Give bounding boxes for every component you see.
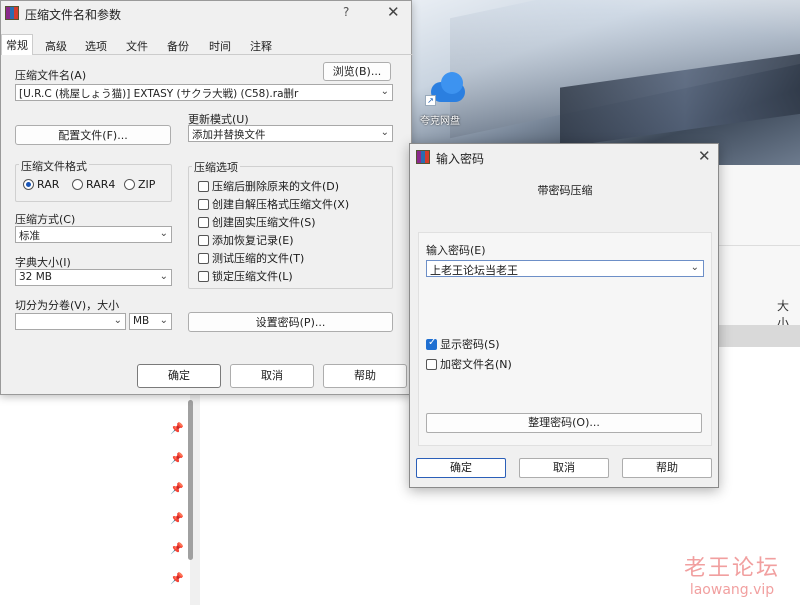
pin-icon[interactable]: 📌 <box>170 422 184 435</box>
archive-params-dialog: 压缩文件名和参数 ? ✕ 常规 高级 选项 文件 备份 时间 注释 压缩文件名(… <box>0 0 413 395</box>
password-dialog: 输入密码 ✕ 带密码压缩 输入密码(E) 上老王论坛当老王 ⌄ 显示密码(S) … <box>409 143 719 488</box>
chevron-down-icon[interactable]: ⌄ <box>114 315 122 326</box>
format-group-label: 压缩文件格式 <box>19 158 89 174</box>
radio-zip[interactable]: ZIP <box>124 178 155 191</box>
pin-icon[interactable]: 📌 <box>170 572 184 585</box>
pin-icon[interactable]: 📌 <box>170 512 184 525</box>
dialog-title: 输入密码 <box>436 152 485 166</box>
archive-name-value: [U.R.C (桃屋しょう猫)] EXTASY (サクラ大戦) (C58).ra… <box>19 88 299 100</box>
tab-time[interactable]: 时间 <box>205 36 235 55</box>
explorer-window-partial: 大小 <box>718 165 800 347</box>
help-button[interactable]: 帮助 <box>323 364 407 388</box>
pin-icon[interactable]: 📌 <box>170 482 184 495</box>
chevron-down-icon[interactable]: ⌄ <box>160 271 168 282</box>
pin-icon[interactable]: 📌 <box>170 452 184 465</box>
tab-backup[interactable]: 备份 <box>163 36 193 55</box>
update-mode-combo[interactable]: 添加并替换文件 ⌄ <box>188 125 393 142</box>
winrar-icon <box>5 6 19 20</box>
chevron-down-icon[interactable]: ⌄ <box>691 262 699 273</box>
method-combo[interactable]: 标准 ⌄ <box>15 226 172 243</box>
radio-dot <box>124 179 135 190</box>
split-unit-value: MB <box>133 315 150 327</box>
help-icon[interactable]: ? <box>343 5 349 19</box>
method-value: 标准 <box>19 230 40 242</box>
archive-name-label: 压缩文件名(A) <box>15 69 87 82</box>
title-bar: 压缩文件名和参数 ? ✕ <box>1 1 411 27</box>
browse-button[interactable]: 浏览(B)... <box>323 62 391 81</box>
explorer-selected-row[interactable] <box>719 325 800 347</box>
password-value: 上老王论坛当老王 <box>430 264 518 277</box>
options-group-label: 压缩选项 <box>192 159 240 175</box>
cancel-button[interactable]: 取消 <box>519 458 609 478</box>
tab-advanced[interactable]: 高级 <box>41 36 71 55</box>
organize-passwords-button[interactable]: 整理密码(O)... <box>426 413 702 433</box>
shortcut-arrow-icon: ↗ <box>425 95 436 106</box>
enter-password-label: 输入密码(E) <box>426 244 486 257</box>
watermark-en: laowang.vip <box>689 582 775 598</box>
checkbox-test[interactable]: 测试压缩的文件(T) <box>198 250 304 266</box>
password-subtitle: 带密码压缩 <box>537 184 593 197</box>
help-button[interactable]: 帮助 <box>622 458 712 478</box>
radio-dot <box>72 179 83 190</box>
chevron-down-icon[interactable]: ⌄ <box>160 228 168 239</box>
cloud-icon: ↗ <box>425 72 469 106</box>
tab-comment[interactable]: 注释 <box>246 36 276 55</box>
checkbox-encrypt-names[interactable]: 加密文件名(N) <box>426 356 512 372</box>
update-mode-value: 添加并替换文件 <box>192 129 266 141</box>
desktop-icon-label: 夸克网盘 <box>420 116 460 127</box>
tab-bar: 常规 高级 选项 文件 备份 时间 注释 <box>1 34 413 55</box>
pin-icon[interactable]: 📌 <box>170 542 184 555</box>
profiles-button[interactable]: 配置文件(F)... <box>15 125 171 145</box>
ok-button[interactable]: 确定 <box>416 458 506 478</box>
winrar-icon <box>416 150 430 164</box>
tab-general[interactable]: 常规 <box>1 34 33 55</box>
method-label: 压缩方式(C) <box>15 213 76 226</box>
tab-files[interactable]: 文件 <box>122 36 152 55</box>
split-size-combo[interactable]: ⌄ <box>15 313 126 330</box>
dict-combo[interactable]: 32 MB ⌄ <box>15 269 172 286</box>
checkbox-show-password[interactable]: 显示密码(S) <box>426 336 500 352</box>
explorer-scrollbar[interactable] <box>188 400 193 560</box>
close-icon[interactable]: ✕ <box>698 147 711 165</box>
checkbox-delete-after[interactable]: 压缩后删除原来的文件(D) <box>198 178 339 194</box>
set-password-button[interactable]: 设置密码(P)... <box>188 312 393 332</box>
radio-dot <box>23 179 34 190</box>
title-bar: 输入密码 ✕ <box>410 144 718 170</box>
checkbox-lock[interactable]: 锁定压缩文件(L) <box>198 268 293 284</box>
tab-options[interactable]: 选项 <box>81 36 111 55</box>
watermark-cn: 老王论坛 <box>684 556 781 581</box>
radio-rar4[interactable]: RAR4 <box>72 178 115 191</box>
chevron-down-icon[interactable]: ⌄ <box>381 86 389 97</box>
explorer-background <box>0 395 410 605</box>
archive-name-combo[interactable]: [U.R.C (桃屋しょう猫)] EXTASY (サクラ大戦) (C58).ra… <box>15 84 393 101</box>
radio-rar[interactable]: RAR <box>23 178 59 191</box>
checkbox-solid[interactable]: 创建固实压缩文件(S) <box>198 214 316 230</box>
close-icon[interactable]: ✕ <box>387 3 400 21</box>
cancel-button[interactable]: 取消 <box>230 364 314 388</box>
split-unit-combo[interactable]: MB ⌄ <box>129 313 172 330</box>
chevron-down-icon[interactable]: ⌄ <box>381 127 389 138</box>
checkbox-sfx[interactable]: 创建自解压格式压缩文件(X) <box>198 196 349 212</box>
dict-value: 32 MB <box>19 271 52 283</box>
desktop-icon-quark[interactable]: ↗ 夸克网盘 <box>420 72 476 127</box>
dict-label: 字典大小(I) <box>15 256 71 269</box>
split-label: 切分为分卷(V)，大小 <box>15 299 120 312</box>
chevron-down-icon[interactable]: ⌄ <box>160 315 168 326</box>
ok-button[interactable]: 确定 <box>137 364 221 388</box>
dialog-title: 压缩文件名和参数 <box>25 8 122 22</box>
password-input[interactable]: 上老王论坛当老王 ⌄ <box>426 260 704 277</box>
watermark: 老王论坛 laowang.vip <box>684 550 780 598</box>
checkbox-recovery[interactable]: 添加恢复记录(E) <box>198 232 294 248</box>
